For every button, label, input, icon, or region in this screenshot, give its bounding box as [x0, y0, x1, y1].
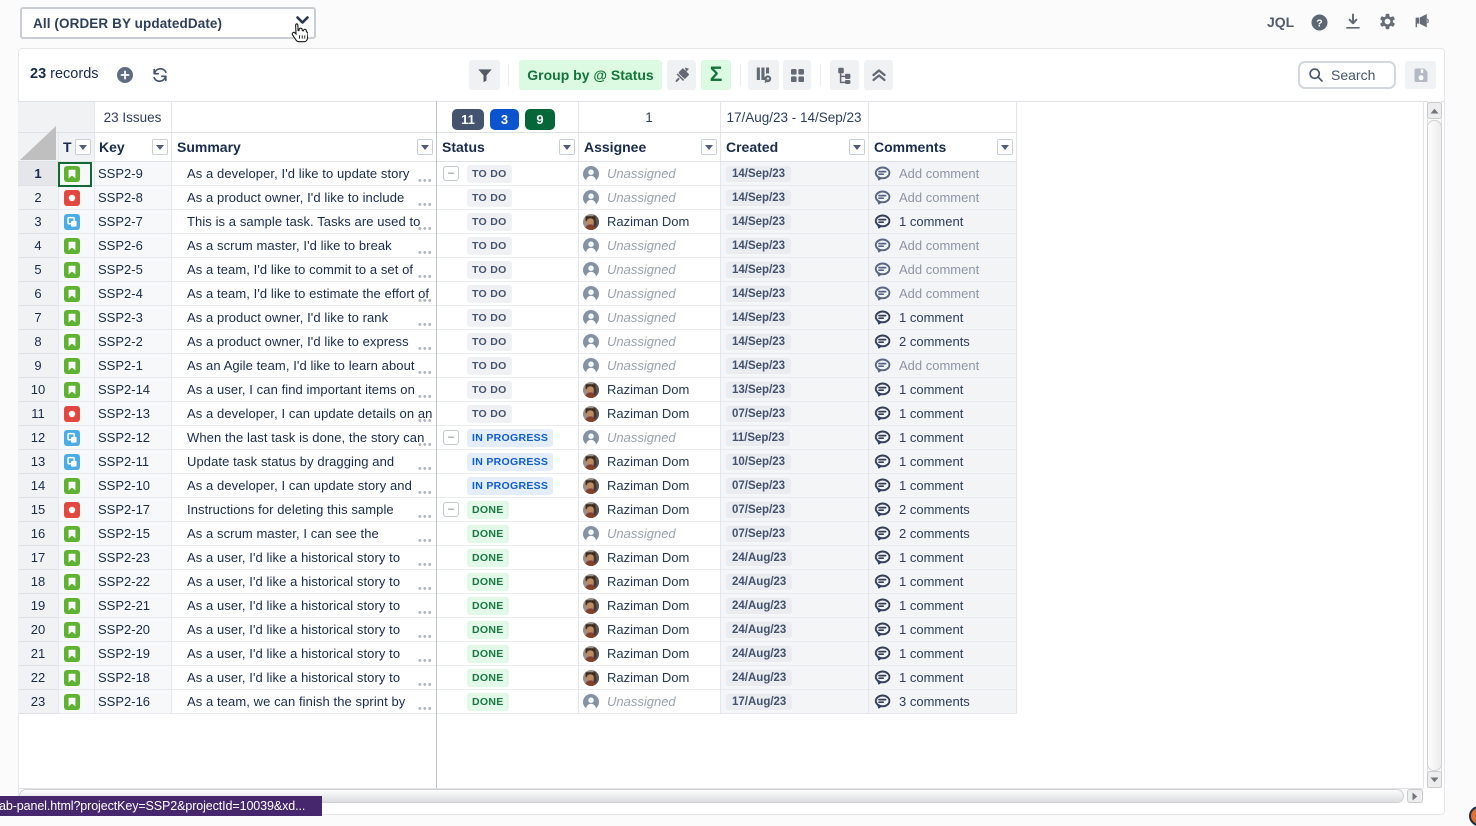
svg-text:?: ?	[1316, 17, 1322, 29]
